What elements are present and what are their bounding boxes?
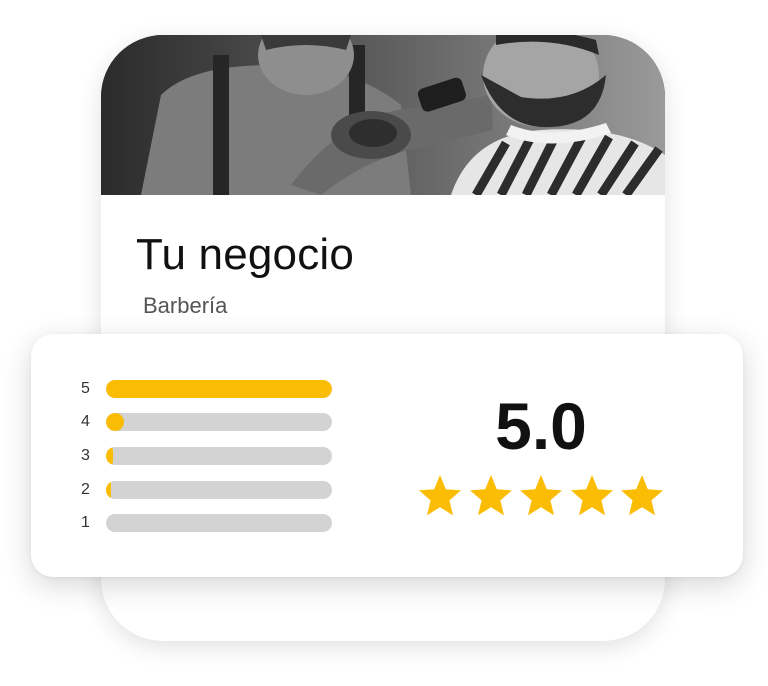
star-icon [469, 475, 512, 516]
business-category: Barbería [143, 293, 228, 318]
star-icon [570, 475, 613, 516]
cover-photo [101, 35, 665, 195]
histogram-label: 3 [81, 447, 90, 464]
histogram-fill [106, 413, 125, 431]
histogram-row-1: 1 [81, 513, 341, 533]
histogram-row-4: 4 [81, 412, 341, 432]
average-rating: 5.0 [495, 389, 587, 463]
histogram-track [106, 447, 332, 465]
histogram-fill [106, 380, 332, 398]
histogram-row-3: 3 [81, 446, 341, 466]
rating-panel: 5 4 3 2 1 5.0 [31, 334, 743, 577]
histogram-fill [106, 447, 113, 465]
histogram-label: 4 [81, 413, 90, 430]
histogram-fill [106, 481, 111, 499]
histogram-track [106, 413, 332, 431]
histogram-track [106, 514, 332, 532]
histogram-label: 5 [81, 380, 90, 397]
histogram-label: 2 [81, 481, 90, 498]
histogram-row-2: 2 [81, 480, 341, 500]
barber-photo-icon [101, 35, 665, 195]
histogram-label: 1 [81, 514, 90, 531]
histogram-track [106, 380, 332, 398]
star-icon [520, 475, 562, 516]
star-icon [621, 475, 663, 516]
histogram-track [106, 481, 332, 499]
star-icon [419, 475, 461, 516]
histogram-row-5: 5 [81, 379, 341, 399]
business-name: Tu negocio [136, 230, 355, 279]
star-rating [416, 472, 666, 522]
